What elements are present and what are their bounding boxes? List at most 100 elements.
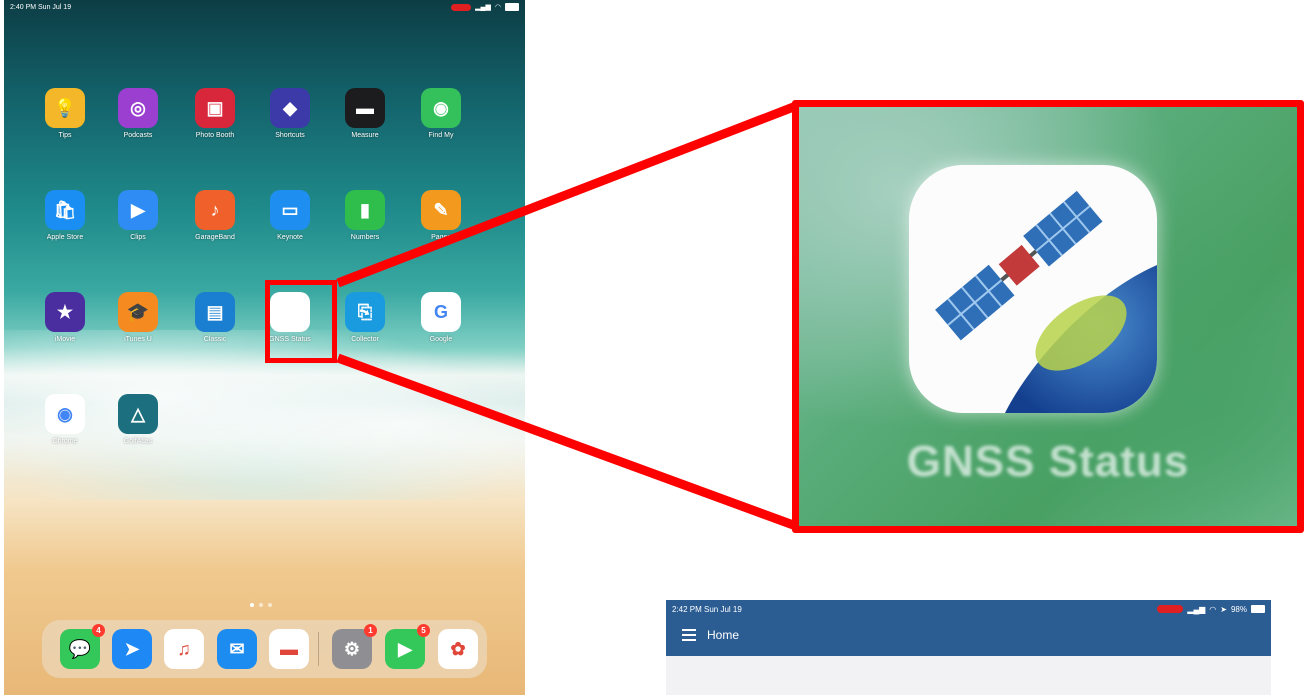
- app-label: Shortcuts: [275, 132, 305, 139]
- app-label: Collector: [351, 336, 379, 343]
- page-dot: [259, 603, 263, 607]
- dock-settings-icon[interactable]: ⚙ 1: [332, 624, 377, 669]
- shortcuts-icon: ◆: [270, 88, 310, 128]
- app-label: Google: [429, 336, 453, 343]
- dock: 💬 4 ➤ ♫ ✉ ▬ ⚙ 1 ▶ 5 ✿: [42, 620, 487, 678]
- app-find-my[interactable]: ◉ Find My: [410, 88, 472, 139]
- home-status-icons: ▂▄▆ ◠: [451, 3, 519, 11]
- app-label: iMovie: [54, 336, 76, 343]
- app-label: Chrome: [52, 438, 78, 445]
- notification-badge: 4: [92, 624, 105, 637]
- apple-store-icon: 🛍: [45, 190, 85, 230]
- app-label: GolfAtlas: [123, 438, 153, 445]
- wifi-icon: ◠: [494, 4, 501, 11]
- dock-files-icon[interactable]: ▬: [269, 629, 309, 669]
- app-label: Photo Booth: [195, 132, 235, 139]
- dock-mail-icon[interactable]: ✉: [217, 629, 257, 669]
- satellite-earth-icon: [935, 190, 1157, 413]
- home-status-bar: 2:40 PM Sun Jul 19 ▂▄▆ ◠: [4, 0, 525, 14]
- wifi-icon: ◠: [1209, 604, 1217, 614]
- dock-icon-glyph: ✿: [450, 638, 466, 659]
- numbers-icon: ▮: [345, 190, 385, 230]
- gnss-app-screen: 2:42 PM Sun Jul 19 ▂▄▆ ◠ ➤ 98% Home: [666, 600, 1271, 695]
- google-icon: G: [421, 292, 461, 332]
- battery-icon: [505, 3, 519, 11]
- app-google[interactable]: G Google: [410, 292, 472, 343]
- dock-safari-icon[interactable]: ➤: [112, 629, 152, 669]
- app-status-icons: ▂▄▆ ◠ ➤ 98%: [1157, 605, 1265, 614]
- app-classic[interactable]: ▤ Classic: [184, 292, 246, 343]
- signal-icon: ▂▄▆: [475, 4, 491, 11]
- app-label: Podcasts: [123, 132, 153, 139]
- gnss-status-zoomed-icon: [909, 165, 1157, 413]
- dock-icon-glyph: ▶: [398, 638, 412, 659]
- dock-photos-icon[interactable]: ✿: [438, 629, 478, 669]
- pages-icon: ✎: [421, 190, 461, 230]
- app-label: Measure: [351, 132, 379, 139]
- app-numbers[interactable]: ▮ Numbers: [334, 190, 396, 241]
- app-label: Tips: [58, 132, 72, 139]
- app-apple-store[interactable]: 🛍 Apple Store: [34, 190, 96, 241]
- find-my-icon: ◉: [421, 88, 461, 128]
- hamburger-menu-icon[interactable]: [682, 629, 696, 641]
- app-garageband[interactable]: ♪ GarageBand: [184, 190, 246, 241]
- collector-icon: ⎘: [345, 292, 385, 332]
- app-label: iTunes U: [124, 336, 152, 343]
- app-nav-bar: Home: [682, 628, 739, 642]
- recording-indicator-icon: [451, 3, 472, 11]
- recording-indicator-icon: [1157, 605, 1184, 613]
- dock-icon-glyph: ▬: [280, 638, 298, 659]
- dock-messages-icon[interactable]: 💬 4: [60, 624, 105, 669]
- app-golfatlas[interactable]: △ GolfAtlas: [107, 394, 169, 445]
- app-label: Clips: [130, 234, 146, 241]
- app-header: 2:42 PM Sun Jul 19 ▂▄▆ ◠ ➤ 98% Home: [666, 600, 1271, 656]
- app-label: Pages: [431, 234, 451, 241]
- dock-icon-glyph: ⚙: [343, 638, 361, 659]
- signal-icon: ▂▄▆: [1187, 604, 1206, 614]
- app-photo-booth[interactable]: ▣ Photo Booth: [184, 88, 246, 139]
- location-icon: ➤: [1220, 604, 1227, 614]
- app-collector[interactable]: ⎘ Collector: [334, 292, 396, 343]
- keynote-icon: ▭: [270, 190, 310, 230]
- app-chrome[interactable]: ◉ Chrome: [34, 394, 96, 445]
- dock-facetime-icon[interactable]: ▶ 5: [385, 624, 430, 669]
- gnss-status-zoomed-label: GNSS Status: [906, 437, 1190, 486]
- app-status-time: 2:42 PM Sun Jul 19: [672, 604, 742, 614]
- nav-title: Home: [707, 628, 740, 642]
- app-status-bar: 2:42 PM Sun Jul 19 ▂▄▆ ◠ ➤ 98%: [672, 603, 1265, 615]
- page-indicator[interactable]: [250, 603, 272, 607]
- app-label: Numbers: [350, 234, 380, 241]
- app-label: Find My: [428, 132, 454, 139]
- notification-badge: 5: [417, 624, 430, 637]
- measure-icon: ▬: [345, 88, 385, 128]
- app-label: GarageBand: [195, 234, 235, 241]
- highlight-frame-small: [265, 280, 337, 363]
- app-clips[interactable]: ▶ Clips: [107, 190, 169, 241]
- chrome-icon: ◉: [45, 394, 85, 434]
- app-measure[interactable]: ▬ Measure: [334, 88, 396, 139]
- app-imovie[interactable]: ★ iMovie: [34, 292, 96, 343]
- dock-icon-glyph: 💬: [68, 638, 92, 659]
- battery-icon: [1251, 605, 1265, 613]
- dock-music-icon[interactable]: ♫: [164, 629, 204, 669]
- notification-badge: 1: [364, 624, 377, 637]
- app-pages[interactable]: ✎ Pages: [410, 190, 472, 241]
- app-keynote[interactable]: ▭ Keynote: [259, 190, 321, 241]
- classic-icon: ▤: [195, 292, 235, 332]
- app-label: Apple Store: [46, 234, 84, 241]
- app-label: Keynote: [277, 234, 303, 241]
- battery-percent: 98%: [1230, 604, 1247, 614]
- tips-icon: 💡: [45, 88, 85, 128]
- highlight-frame-zoomed: GNSS Status: [792, 100, 1304, 533]
- dock-separator: [318, 632, 319, 666]
- podcasts-icon: ◎: [118, 88, 158, 128]
- dock-icon-glyph: ♫: [177, 638, 191, 659]
- clips-icon: ▶: [118, 190, 158, 230]
- app-label: Classic: [203, 336, 227, 343]
- app-tips[interactable]: 💡 Tips: [34, 88, 96, 139]
- dock-icon-glyph: ✉: [229, 638, 245, 659]
- app-shortcuts[interactable]: ◆ Shortcuts: [259, 88, 321, 139]
- photo-booth-icon: ▣: [195, 88, 235, 128]
- app-itunes-u[interactable]: 🎓 iTunes U: [107, 292, 169, 343]
- app-podcasts[interactable]: ◎ Podcasts: [107, 88, 169, 139]
